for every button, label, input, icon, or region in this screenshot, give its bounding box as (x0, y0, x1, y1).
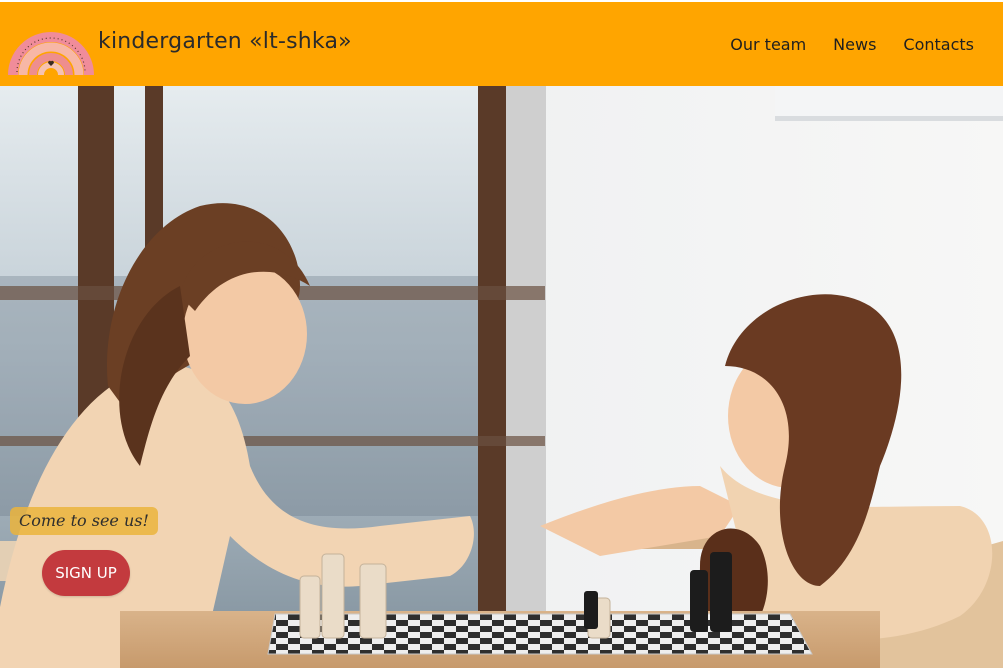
nav-link-our-team[interactable]: Our team (730, 35, 806, 54)
nav-link-contacts[interactable]: Contacts (903, 35, 974, 54)
nav-link-news[interactable]: News (833, 35, 876, 54)
sign-up-button[interactable]: SIGN UP (42, 550, 130, 596)
main-nav: Our team News Contacts (730, 35, 974, 54)
hero-banner: Come to see us! SIGN UP (0, 86, 1003, 668)
site-brand-name[interactable]: kindergarten «lt-shka» (98, 29, 352, 54)
site-header: kindergarten «lt-shka» Our team News Con… (0, 0, 1003, 86)
hero-photo (0, 86, 1003, 668)
rainbow-logo-icon[interactable] (8, 12, 94, 76)
tagline-banner: Come to see us! (10, 507, 158, 535)
